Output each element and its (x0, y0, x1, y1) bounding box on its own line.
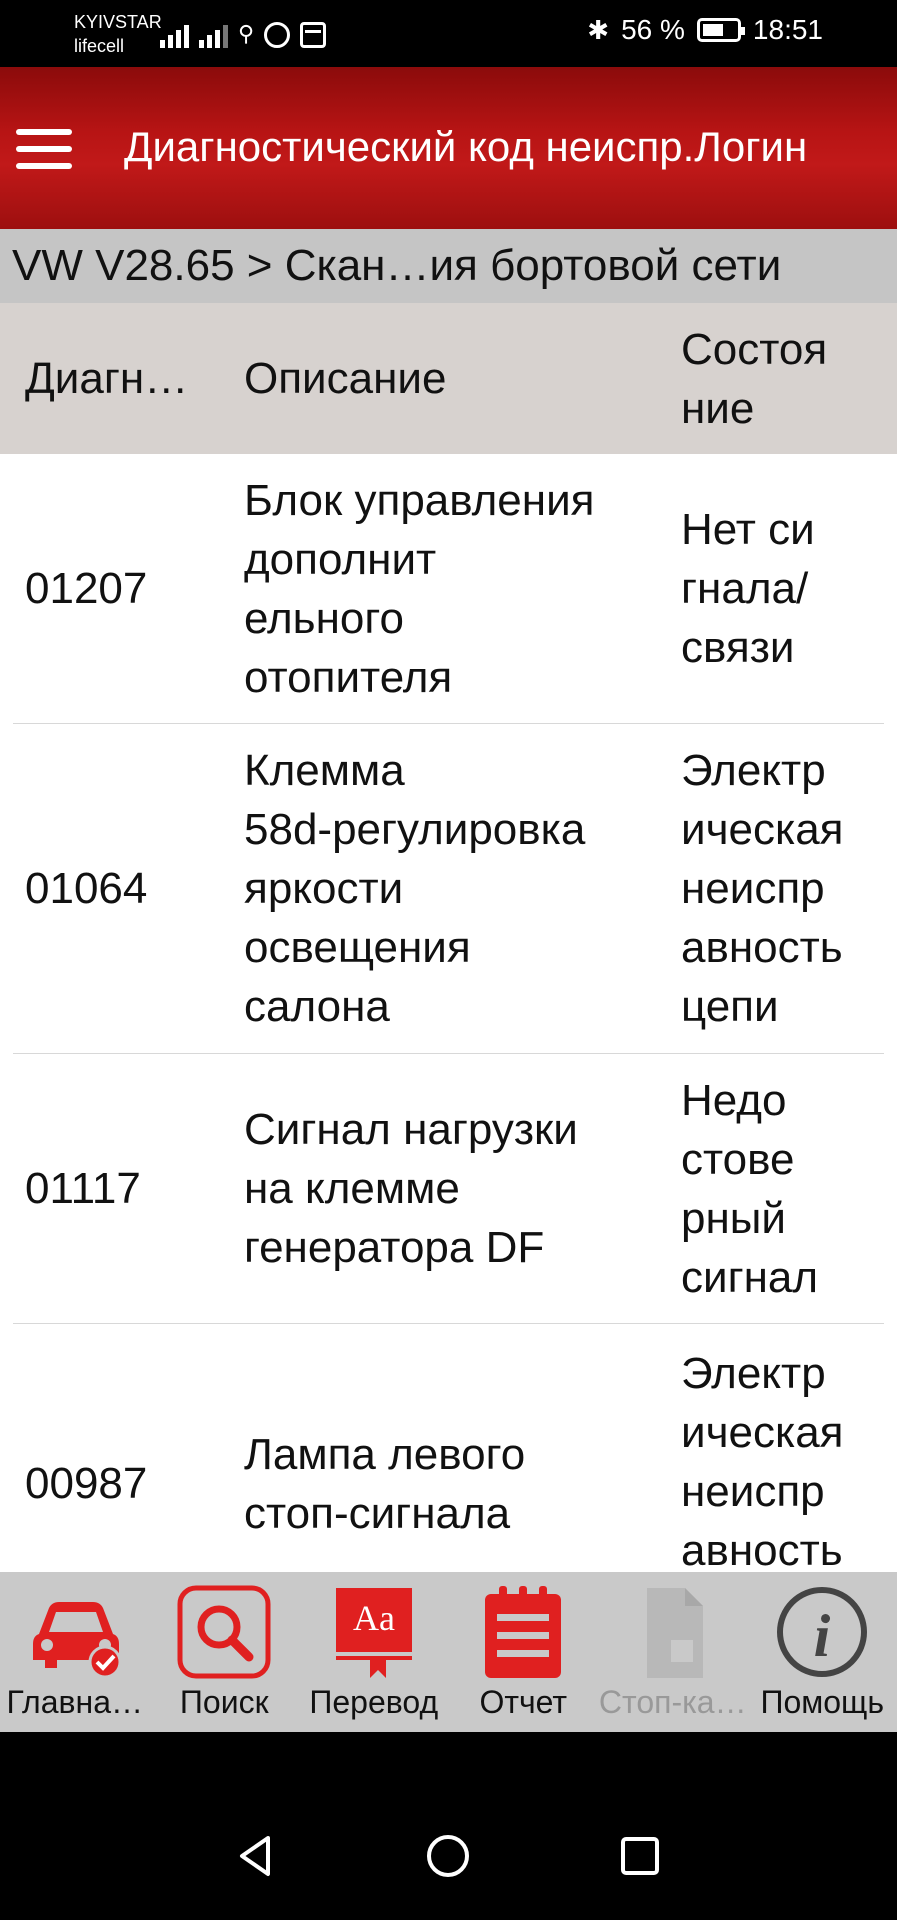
toolbar-translate-button[interactable]: Aa Перевод (299, 1572, 449, 1732)
breadcrumb: VW V28.65 > Скан…ия бортовой сети (0, 229, 897, 303)
dtc-description: Сигнал нагрузки на клемме генератора DF (244, 1105, 578, 1272)
report-icon (485, 1586, 562, 1678)
document-icon (646, 1588, 703, 1678)
svg-text:Aa: Aa (353, 1598, 395, 1638)
back-icon[interactable] (232, 1832, 280, 1880)
car-check-icon (32, 1602, 122, 1679)
toolbar-home-button[interactable]: Главна… (0, 1572, 150, 1732)
status-bar: KYIVSTAR lifecell ⚲ ✱ 56 % 18:51 (0, 0, 897, 67)
table-row[interactable]: 00987 Лампа левого стоп-сигнала Электр и… (13, 1324, 884, 1572)
dtc-table: Диагн… Описание Состоя ние 01207 Блок уп… (0, 303, 897, 1572)
menu-icon[interactable] (16, 129, 72, 169)
dtc-code: 01207 (25, 564, 148, 613)
system-nav-bar (0, 1732, 897, 1920)
toolbar-search-button[interactable]: Поиск (150, 1572, 300, 1732)
usb-icon: ⚲ (238, 21, 255, 46)
dtc-status: Нет си гнала/ связи (681, 505, 815, 672)
clock: 18:51 (752, 14, 823, 45)
table-row[interactable]: 01117 Сигнал нагрузки на клемме генерато… (13, 1054, 884, 1324)
status-icons-left: ⚲ (160, 18, 327, 48)
info-icon: i (777, 1587, 868, 1677)
dtc-description: Клемма 58d-регулировка яркости освещения… (244, 746, 586, 1031)
toolbar-label: Стоп-ка… (598, 1684, 747, 1720)
dtc-code: 01064 (25, 864, 148, 913)
toolbar-label: Помощь (760, 1684, 885, 1720)
bottom-toolbar: Главна… Поиск Aa Перевод Отчет Стоп-ка… … (0, 1572, 897, 1732)
toolbar-label: Отчет (479, 1684, 568, 1720)
dtc-code: 00987 (25, 1459, 148, 1508)
bluetooth-icon: ✱ (587, 14, 610, 45)
toolbar-label: Поиск (179, 1684, 269, 1720)
table-row[interactable]: 01207 Блок управления дополнит ельного о… (13, 454, 884, 724)
table-header: Диагн… Описание Состоя ние (0, 303, 897, 454)
dtc-description: Блок управления дополнит ельного отопите… (244, 475, 595, 702)
carrier-1: KYIVSTAR (74, 12, 162, 32)
signal-strength-2-icon (199, 20, 228, 48)
header-description[interactable]: Описание (244, 349, 681, 408)
viber-icon (264, 22, 291, 48)
svg-text:i: i (814, 1603, 831, 1669)
status-icons-right: ✱ 56 % 18:51 (587, 14, 823, 46)
carrier-2: lifecell (74, 36, 125, 56)
calendar-icon (300, 22, 327, 48)
carrier-names: KYIVSTAR lifecell (74, 10, 162, 58)
dtc-status: Недо стове рный сигнал (681, 1075, 819, 1302)
home-icon[interactable] (424, 1832, 472, 1880)
dtc-code: 01117 (25, 1164, 141, 1213)
battery-percent: 56 % (621, 14, 685, 45)
dtc-status: Электр ическая неиспр авность цепи (681, 746, 844, 1031)
table-row[interactable]: 01064 Клемма 58d-регулировка яркости осв… (13, 724, 884, 1054)
toolbar-help-button[interactable]: i Помощь (748, 1572, 897, 1732)
toolbar-freeze-frame-button: Стоп-ка… (598, 1572, 748, 1732)
header-code[interactable]: Диагн… (0, 349, 244, 408)
app-title: Диагностический код неиспр.Логин (124, 123, 808, 170)
translate-book-icon: Aa (335, 1588, 412, 1678)
toolbar-label: Перевод (309, 1684, 439, 1720)
search-icon (177, 1585, 271, 1679)
toolbar-label: Главна… (6, 1684, 143, 1720)
toolbar-report-button[interactable]: Отчет (449, 1572, 599, 1732)
dtc-status: Электр ическая неиспр авность (681, 1349, 844, 1572)
signal-strength-1-icon (160, 20, 189, 48)
battery-icon (696, 18, 745, 42)
app-bar: Диагностический код неиспр.Логин (0, 67, 897, 229)
recents-icon[interactable] (616, 1832, 664, 1880)
header-status[interactable]: Состоя ние (681, 320, 897, 438)
dtc-description: Лампа левого стоп-сигнала (244, 1430, 526, 1538)
